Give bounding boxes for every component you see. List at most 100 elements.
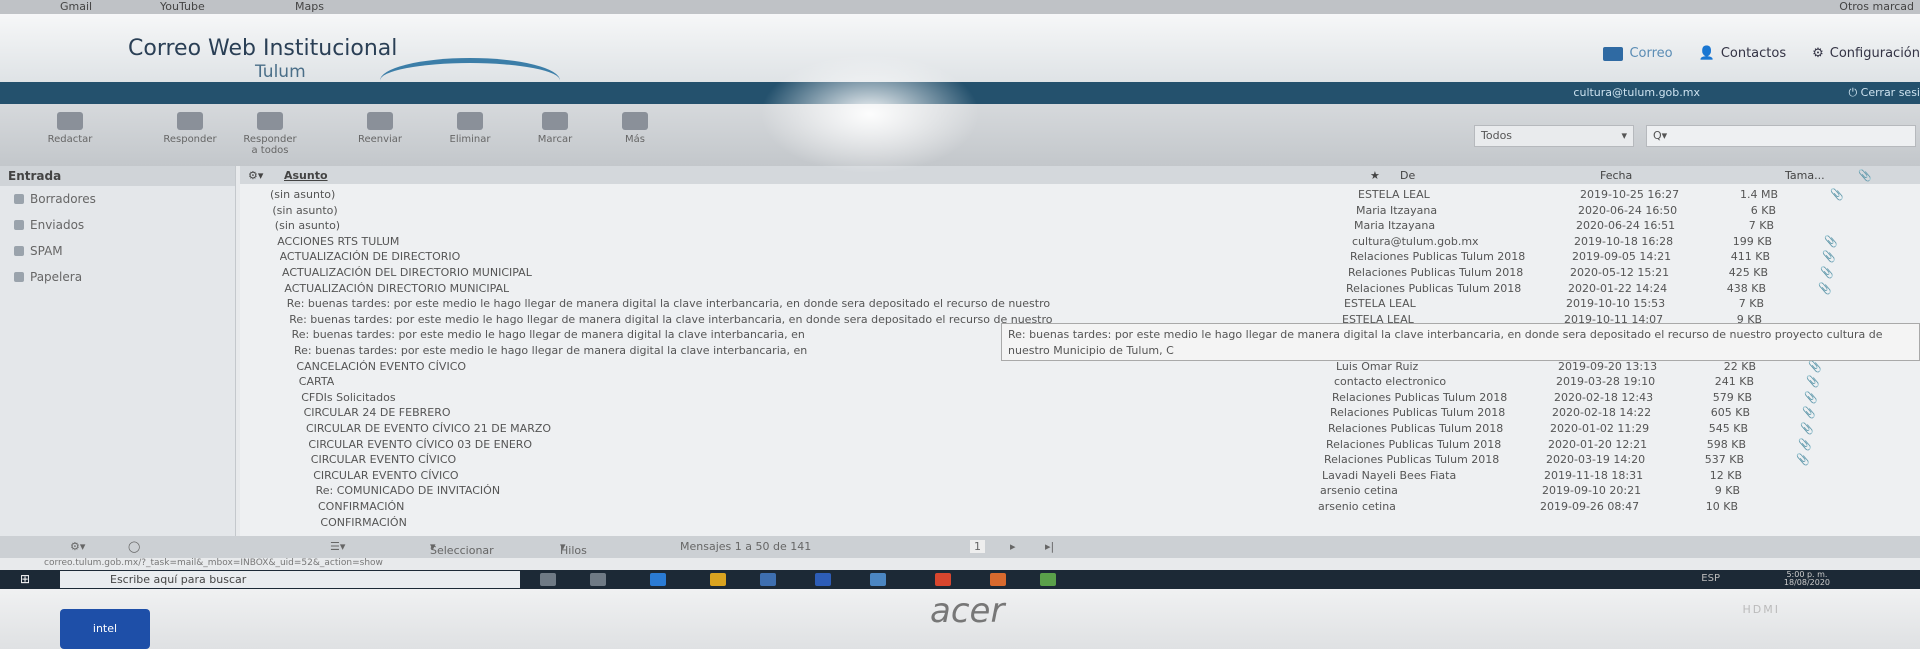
edge-icon[interactable] — [650, 573, 666, 586]
message-size: 1.4 MB — [1739, 188, 1778, 201]
spam-icon — [14, 246, 24, 256]
windows-start-icon[interactable]: ⊞ — [20, 572, 30, 586]
bookmark-youtube[interactable]: YouTube — [160, 0, 205, 13]
attachment-icon: 📎 — [1818, 281, 1832, 295]
message-subject: CARTA — [298, 375, 335, 389]
list-options-button[interactable]: ☰▾ — [330, 540, 345, 553]
message-size: 10 KB — [1705, 500, 1738, 513]
forward-label: Reenviar — [357, 134, 403, 145]
message-sender: Relaciones Publicas Tulum 2018 — [1348, 266, 1524, 279]
webmail-header: Correo Web Institucional Tulum Correo 👤 … — [0, 14, 1920, 82]
message-row[interactable]: CIRCULAR DE EVENTO CÍVICO 21 DE MARZO Rel… — [240, 422, 1920, 438]
threads-dropdown[interactable]: Hilos ▾ — [560, 540, 587, 557]
message-row[interactable]: Re: COMUNICADO DE INVITACIÓN arsenio ceti… — [240, 484, 1920, 500]
filter-select[interactable]: Todos ▾ — [1474, 125, 1634, 147]
store-icon[interactable] — [760, 573, 776, 586]
message-row[interactable]: Re: buenas tardes: por este medio le hag… — [240, 297, 1920, 313]
attachment-icon: 📎 — [1820, 266, 1834, 279]
message-size: 425 KB — [1728, 266, 1768, 279]
mail-toolbar: Redactar Responder Responder a todos Ree… — [0, 104, 1920, 166]
message-row[interactable]: CIRCULAR EVENTO CÍVICO Relaciones Publica… — [240, 453, 1920, 469]
message-size: 545 KB — [1708, 422, 1748, 435]
search-input[interactable]: Q▾ — [1646, 125, 1916, 147]
select-dropdown[interactable]: Seleccionar ▾ — [430, 540, 494, 557]
language-indicator[interactable]: ESP — [1701, 573, 1720, 584]
page-number[interactable]: 1 — [970, 540, 985, 553]
message-subject: Re: buenas tardes: por este medio le hag… — [289, 312, 1053, 326]
flag-column-icon[interactable]: ★ — [1370, 169, 1380, 182]
message-date: 2019-10-10 15:53 — [1566, 297, 1666, 311]
column-subject[interactable]: Asunto — [284, 169, 328, 182]
message-date: 2020-06-24 16:51 — [1576, 219, 1676, 233]
message-row[interactable]: ACTUALIZACIÓN DEL DIRECTORIO MUNICIPAL Re… — [240, 266, 1920, 282]
folder-trash[interactable]: Papelera — [0, 264, 235, 290]
cortana-icon[interactable] — [540, 573, 556, 586]
quota-indicator: ◯ — [128, 540, 141, 553]
folder-actions-icon[interactable]: ⚙▾ — [70, 540, 85, 553]
message-row[interactable]: CANCELACIÓN EVENTO CÍVICO Luis Omar Ruiz 2… — [240, 360, 1920, 376]
list-options-icon[interactable]: ⚙▾ — [248, 169, 263, 182]
message-date: 2019-09-10 20:21 — [1542, 484, 1642, 498]
folder-drafts[interactable]: Borradores — [0, 186, 235, 212]
message-row[interactable]: CIRCULAR EVENTO CÍVICO Lavadi Nayeli Bees… — [240, 469, 1920, 485]
bookmark-maps[interactable]: Maps — [295, 0, 324, 13]
message-row[interactable]: ACTUALIZACIÓN DE DIRECTORIO Relaciones Pu… — [240, 250, 1920, 266]
last-page-icon[interactable]: ▸| — [1045, 540, 1054, 553]
bookmark-other[interactable]: Otros marcad — [1839, 0, 1914, 13]
column-from[interactable]: De — [1400, 169, 1415, 182]
word-icon[interactable] — [815, 573, 831, 586]
attachment-icon: 📎 — [1806, 375, 1820, 389]
message-row[interactable]: ACTUALIZACIÓN DIRECTORIO MUNICIPAL Relaci… — [240, 282, 1920, 298]
chrome-icon[interactable] — [935, 573, 951, 586]
bookmark-gmail[interactable]: Gmail — [60, 0, 92, 13]
taskbar-clock[interactable]: 5:00 p. m. 18/08/2020 — [1784, 571, 1830, 587]
compose-label: Redactar — [47, 134, 93, 145]
message-row[interactable]: ACCIONES RTS TULUM cultura@tulum.gob.mx 20… — [240, 235, 1920, 251]
compose-button[interactable]: Redactar — [40, 112, 100, 145]
message-row[interactable]: CARTA contacto electronico 2019-03-28 19:1… — [240, 375, 1920, 391]
folder-list: Entrada Borradores Enviados SPAM Papeler… — [0, 166, 236, 536]
taskbar-search[interactable]: Escribe aquí para buscar — [60, 571, 520, 588]
more-button[interactable]: Más — [605, 112, 665, 145]
mail-app-icon[interactable] — [870, 573, 886, 586]
message-size: 6 KB — [1750, 203, 1776, 217]
file-explorer-icon[interactable] — [710, 573, 726, 586]
mark-button[interactable]: Marcar — [525, 112, 585, 145]
attachment-icon: 📎 — [1824, 234, 1838, 248]
message-size: 598 KB — [1706, 437, 1746, 451]
contacts-icon: 👤 — [1698, 46, 1715, 61]
brand-subtitle: Tulum — [255, 62, 306, 82]
message-sender: Relaciones Publicas Tulum 2018 — [1330, 406, 1506, 420]
reply-button[interactable]: Responder — [160, 112, 220, 145]
message-sender: Relaciones Publicas Tulum 2018 — [1350, 250, 1526, 264]
reply-all-button[interactable]: Responder a todos — [240, 112, 300, 156]
app-icon[interactable] — [1040, 573, 1056, 586]
forward-button[interactable]: Reenviar — [350, 112, 410, 145]
folder-sent[interactable]: Enviados — [0, 212, 235, 238]
task-view-icon[interactable] — [590, 573, 606, 586]
nav-mail[interactable]: Correo — [1603, 46, 1673, 61]
logout-link[interactable]: ⏻ Cerrar sesi — [1848, 86, 1920, 100]
column-size[interactable]: Tama... — [1785, 169, 1825, 182]
next-page-icon[interactable]: ▸ — [1010, 540, 1016, 553]
delete-button[interactable]: Eliminar — [440, 112, 500, 145]
folder-spam[interactable]: SPAM — [0, 238, 235, 264]
message-row[interactable]: CIRCULAR 24 DE FEBRERO Relaciones Publica… — [240, 406, 1920, 422]
message-row[interactable]: CIRCULAR EVENTO CÍVICO 03 DE ENERO Relaci… — [240, 438, 1920, 454]
message-sender: Relaciones Publicas Tulum 2018 — [1324, 453, 1500, 467]
nav-settings[interactable]: ⚙ Configuración — [1812, 46, 1920, 61]
message-row[interactable]: CONFIRMACIÓN — [240, 516, 1920, 532]
message-row[interactable]: (sin asunto) ESTELA LEAL 2019-10-25 16:27 1… — [240, 188, 1920, 204]
folder-trash-label: Papelera — [30, 270, 83, 284]
folder-inbox[interactable]: Entrada — [0, 166, 235, 186]
message-row[interactable]: CONFIRMACIÓN arsenio cetina 2019-09-26 08:… — [240, 500, 1920, 516]
column-date[interactable]: Fecha — [1600, 169, 1632, 182]
message-row[interactable]: (sin asunto) Maria Itzayana 2020-06-24 16:… — [240, 204, 1920, 220]
nav-contacts[interactable]: 👤 Contactos — [1699, 46, 1787, 61]
message-subject: (sin asunto) — [274, 219, 341, 233]
firefox-icon[interactable] — [990, 573, 1006, 586]
message-row[interactable]: CFDIs Solicitados Relaciones Publicas Tul… — [240, 391, 1920, 407]
message-subject: Re: COMUNICADO DE INVITACIÓN — [315, 484, 501, 498]
trash-icon — [457, 112, 483, 130]
message-row[interactable]: (sin asunto) Maria Itzayana 2020-06-24 16:… — [240, 219, 1920, 235]
